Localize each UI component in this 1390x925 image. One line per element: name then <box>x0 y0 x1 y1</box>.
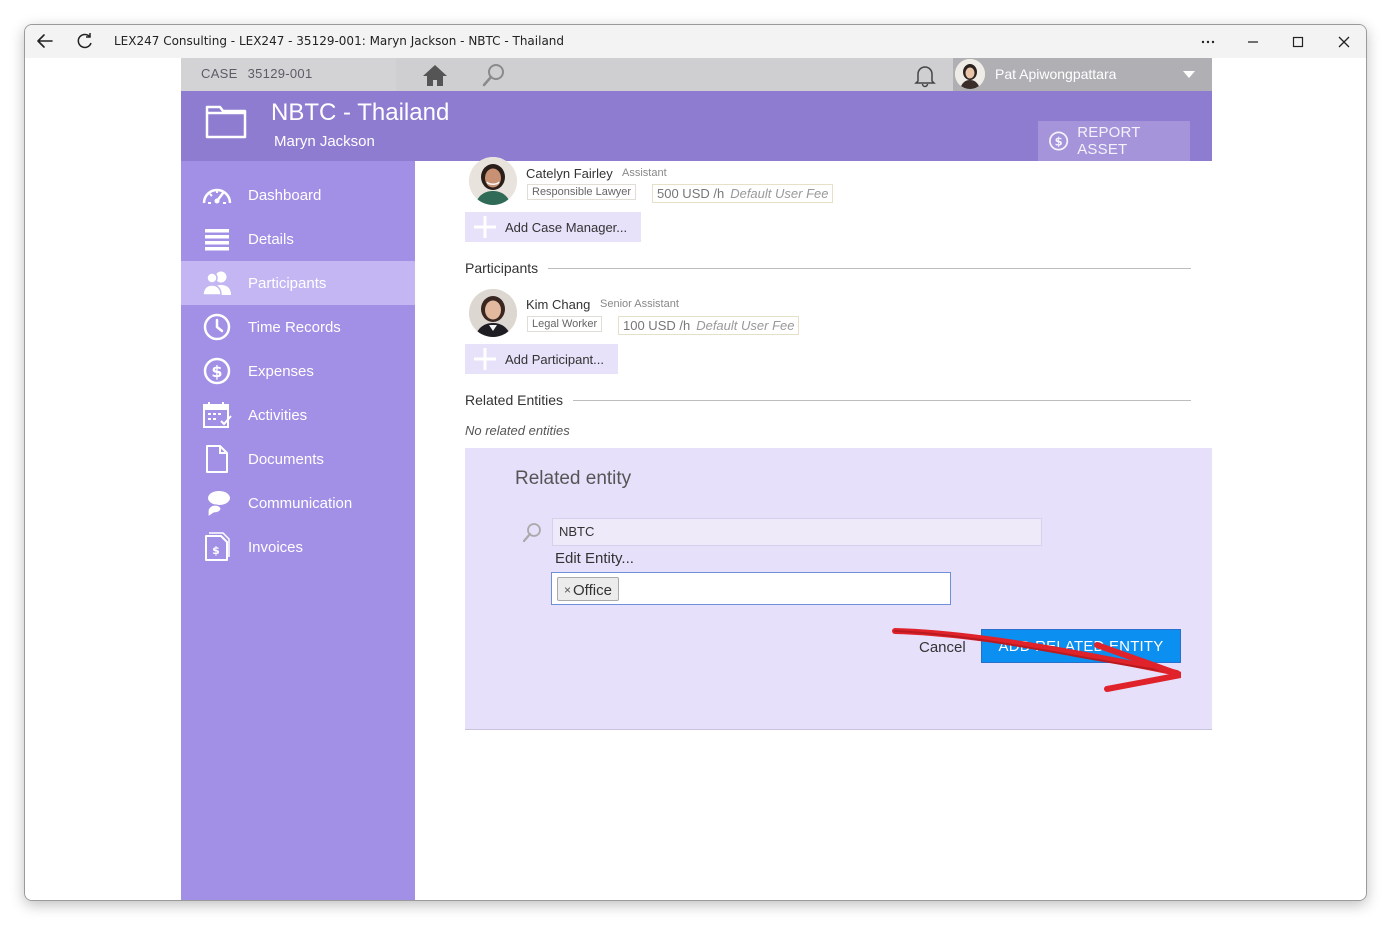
app-window: LEX247 Consulting - LEX247 - 35129-001: … <box>24 24 1367 901</box>
sidebar-item-label: Invoices <box>248 538 304 556</box>
home-icon[interactable] <box>421 63 449 87</box>
relation-tag: × Office <box>557 577 619 601</box>
sidebar-item-label: Expenses <box>248 362 314 380</box>
dollar-icon: $ <box>203 357 231 385</box>
fee-value: 100 USD /h <box>623 318 691 333</box>
sidebar-item-time-records[interactable]: Time Records <box>181 305 415 349</box>
form-title: Related entity <box>515 468 632 489</box>
case-manager-name: Catelyn Fairley <box>526 166 613 181</box>
sidebar: Dashboard Details Participants Time Reco… <box>181 161 415 900</box>
sidebar-item-label: Activities <box>248 406 308 424</box>
chat-icon <box>207 491 230 519</box>
case-label: CASE <box>201 66 238 81</box>
add-related-entity-button[interactable]: ADD RELATED ENTITY <box>981 629 1181 663</box>
add-participant-button[interactable]: Add Participant... <box>465 344 618 374</box>
sidebar-item-invoices[interactable]: $ Invoices <box>181 525 415 569</box>
sidebar-item-activities[interactable]: Activities <box>181 393 415 437</box>
page-subtitle: Maryn Jackson <box>274 133 375 150</box>
sidebar-item-details[interactable]: Details <box>181 217 415 261</box>
avatar <box>469 289 517 337</box>
plus-icon <box>474 216 496 238</box>
report-asset-button[interactable]: $ REPORT ASSET <box>1038 121 1190 161</box>
dollar-icon: $ <box>1049 131 1069 151</box>
case-indicator: CASE 35129-001 <box>181 58 396 91</box>
edit-entity-link[interactable]: Edit Entity... <box>555 550 634 567</box>
case-header: NBTC - Thailand Maryn Jackson $ REPORT A… <box>181 91 1212 161</box>
svg-text:$: $ <box>1055 134 1063 148</box>
remove-tag-icon[interactable]: × <box>564 583 571 597</box>
details-icon <box>205 229 229 251</box>
case-manager-fee: 500 USD /h Default User Fee <box>652 184 834 203</box>
user-name: Pat Apiwongpattara <box>995 66 1117 82</box>
participants-section-header: Participants <box>465 260 1191 276</box>
sidebar-item-dashboard[interactable]: Dashboard <box>181 173 415 217</box>
svg-text:$: $ <box>211 362 222 381</box>
relation-tag-label: Office <box>573 581 612 599</box>
search-icon[interactable] <box>481 63 507 87</box>
add-case-manager-label: Add Case Manager... <box>505 219 628 235</box>
back-arrow-icon[interactable] <box>34 30 56 52</box>
more-icon[interactable] <box>1197 31 1219 53</box>
sidebar-item-label: Communication <box>248 494 353 512</box>
sidebar-item-label: Dashboard <box>248 186 322 204</box>
maximize-icon[interactable] <box>1287 31 1309 53</box>
page-content: CASE 35129-001 Pat Apiwongpattara NBTC - … <box>25 58 1366 900</box>
app-frame: CASE 35129-001 Pat Apiwongpattara NBTC - … <box>181 58 1212 900</box>
participants-heading: Participants <box>465 260 539 276</box>
participant-fee: 100 USD /h Default User Fee <box>618 316 800 335</box>
add-participant-label: Add Participant... <box>505 351 604 367</box>
window-title: LEX247 Consulting - LEX247 - 35129-001: … <box>114 34 565 48</box>
top-bar: CASE 35129-001 Pat Apiwongpattara <box>181 58 1212 91</box>
relation-type-input[interactable]: × Office <box>551 572 951 605</box>
fee-note: Default User Fee <box>696 318 795 333</box>
sidebar-item-label: Documents <box>248 450 324 468</box>
divider <box>573 399 1191 401</box>
clock-icon <box>203 313 231 341</box>
svg-text:$: $ <box>212 544 220 557</box>
participant-role: Senior Assistant <box>600 298 679 310</box>
add-case-manager-button[interactable]: Add Case Manager... <box>465 212 642 242</box>
case-manager-role: Assistant <box>622 167 667 179</box>
fee-value: 500 USD /h <box>657 186 725 201</box>
user-menu[interactable]: Pat Apiwongpattara <box>953 58 1212 91</box>
search-icon <box>522 523 541 543</box>
chevron-down-icon[interactable] <box>1182 70 1196 80</box>
minimize-icon[interactable] <box>1242 31 1264 53</box>
sidebar-item-label: Participants <box>248 274 327 292</box>
fee-note: Default User Fee <box>730 186 829 201</box>
divider <box>548 267 1191 269</box>
empty-related-message: No related entities <box>465 423 570 438</box>
avatar <box>955 59 985 89</box>
sidebar-item-communication[interactable]: Communication <box>181 481 415 525</box>
sidebar-item-expenses[interactable]: $ Expenses <box>181 349 415 393</box>
notification-bell-icon[interactable] <box>912 62 938 88</box>
avatar <box>469 157 517 205</box>
main-panel: Catelyn Fairley Assistant Responsible La… <box>415 157 1212 900</box>
calendar-icon <box>203 402 232 428</box>
participants-icon <box>202 271 231 296</box>
sidebar-item-label: Time Records <box>248 318 341 336</box>
participant-name: Kim Chang <box>526 297 591 312</box>
entity-search-input[interactable]: NBTC <box>552 518 1042 546</box>
title-bar: LEX247 Consulting - LEX247 - 35129-001: … <box>25 25 1366 58</box>
sidebar-item-documents[interactable]: Documents <box>181 437 415 481</box>
page-title: NBTC - Thailand <box>271 99 450 126</box>
document-icon <box>206 445 228 473</box>
case-number: 35129-001 <box>247 66 313 81</box>
sidebar-item-label: Details <box>248 230 294 248</box>
plus-icon <box>474 348 496 370</box>
folder-icon <box>205 105 247 139</box>
report-asset-label: REPORT ASSET <box>1077 124 1141 158</box>
case-manager-tag: Responsible Lawyer <box>527 184 637 200</box>
related-entities-heading: Related Entities <box>465 392 564 408</box>
dashboard-icon <box>202 188 232 204</box>
invoice-icon: $ <box>205 532 230 561</box>
participant-tag: Legal Worker <box>527 316 603 332</box>
close-icon[interactable] <box>1333 31 1355 53</box>
related-entity-form: Related entity NBTC Edit Entity... × Offi… <box>465 448 1212 730</box>
refresh-icon[interactable] <box>74 30 96 52</box>
sidebar-item-participants[interactable]: Participants <box>181 261 415 305</box>
cancel-button[interactable]: Cancel <box>919 639 966 656</box>
related-entities-section-header: Related Entities <box>465 392 1191 408</box>
